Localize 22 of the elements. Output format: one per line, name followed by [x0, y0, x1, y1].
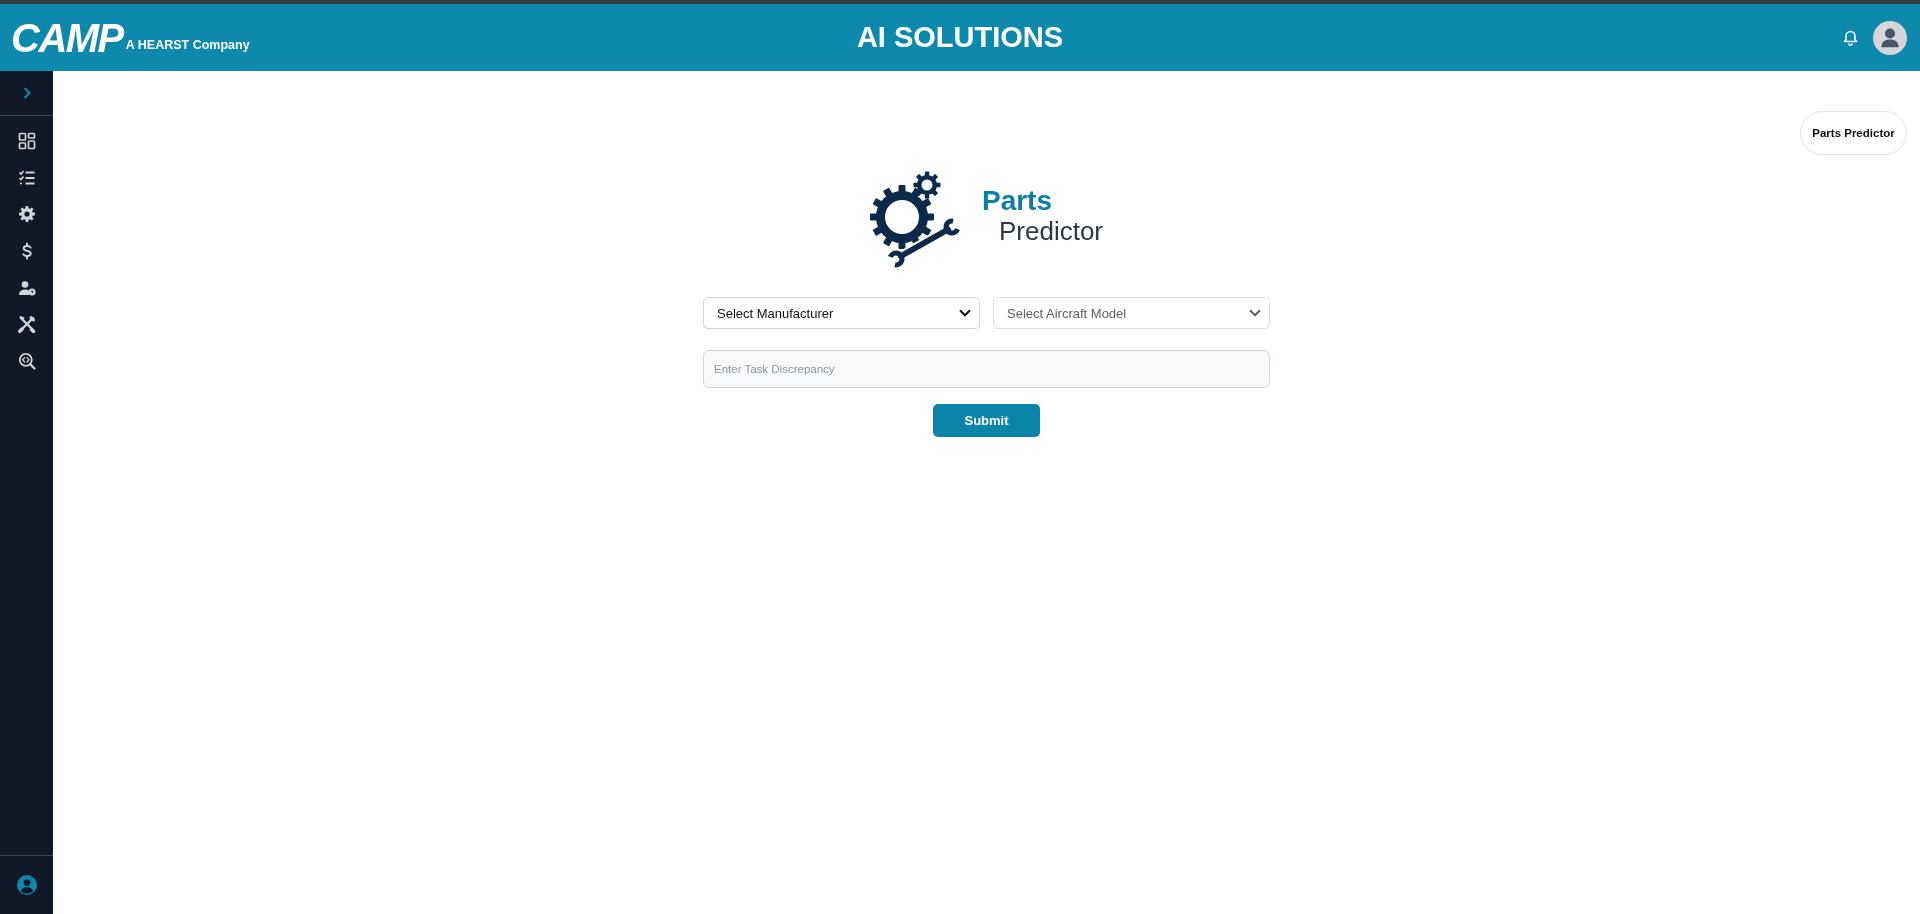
chevron-down-icon: [1249, 309, 1261, 317]
chevron-right-icon[interactable]: [21, 86, 32, 100]
tools-icon[interactable]: [17, 315, 36, 334]
avatar-icon[interactable]: [1873, 20, 1907, 55]
logo-title: Parts: [981, 185, 1052, 218]
app-title: AI SOLUTIONS: [856, 21, 1064, 54]
chevron-down-icon: [959, 309, 971, 317]
user-circle-icon[interactable]: [16, 875, 37, 895]
logo-subtitle: Predictor: [998, 217, 1103, 248]
user-clock-icon[interactable]: [17, 278, 36, 297]
gears-wrench-icon: [869, 170, 960, 270]
code-search-icon[interactable]: [17, 352, 36, 371]
bell-icon[interactable]: [1843, 29, 1858, 46]
dashboard-icon[interactable]: [17, 132, 36, 150]
gear-icon[interactable]: [17, 205, 36, 224]
checklist-icon[interactable]: [17, 168, 36, 187]
logo-wordmark: CAMP: [11, 17, 123, 58]
logo-tagline: A HEARST Company: [125, 37, 250, 54]
submit-button[interactable]: Submit: [933, 404, 1040, 437]
page-chip[interactable]: Parts Predictor: [1800, 111, 1907, 155]
task-discrepancy-field[interactable]: Enter Task Discrepancy: [703, 350, 1270, 388]
dropdown-select[interactable]: Select Manufacturer: [703, 297, 980, 329]
